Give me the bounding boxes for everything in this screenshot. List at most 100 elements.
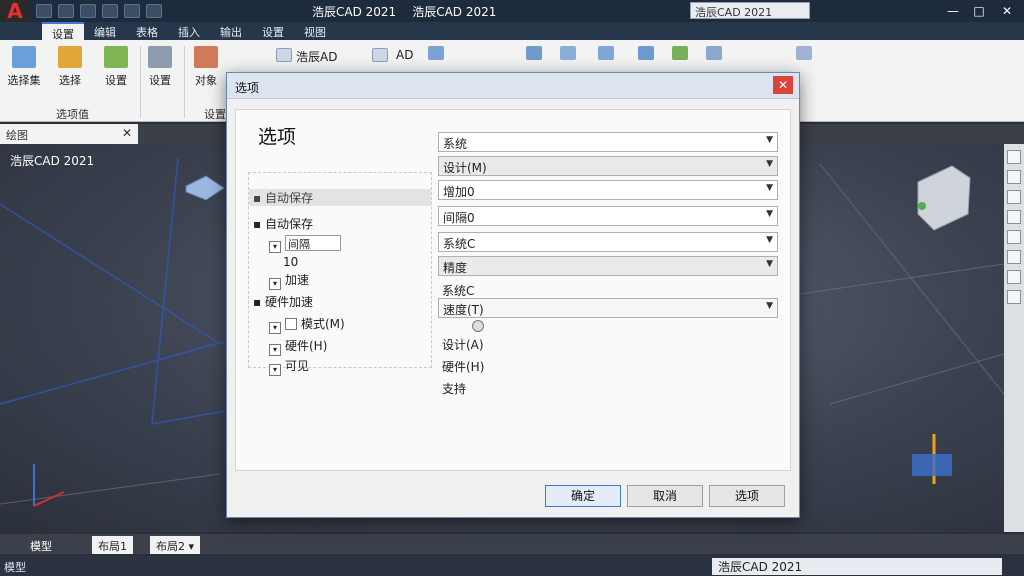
toolbar-icon[interactable] xyxy=(1007,250,1021,264)
tree-item-mode[interactable]: ▾ 模式(M) xyxy=(269,315,345,334)
checkbox[interactable]: ▾ xyxy=(269,322,281,334)
tree-section-autosave[interactable]: ▪ 自动保存 xyxy=(253,215,313,232)
tab-insert[interactable]: 插入 xyxy=(168,22,210,40)
filter-icon xyxy=(58,46,82,68)
ribbon-button-settings[interactable]: 设置 xyxy=(94,44,138,94)
tab-edit[interactable]: 编辑 xyxy=(84,22,126,40)
dialog-body: 选项 ▪ 自动保存 ▪ 自动保存 ▾ 间隔 10 ▾ 加速 ▪ 硬件加速 ▾ 模式(M… xyxy=(235,109,791,471)
search-input[interactable]: 浩辰CAD 2021 xyxy=(690,2,810,19)
checkbox[interactable]: ▾ xyxy=(269,344,281,356)
layout-tab-bar: 模型 布局1 布局2 ▾ xyxy=(0,534,1024,554)
tree-item-hardware[interactable]: ▾ 硬件(H) xyxy=(269,337,327,356)
insert-icon[interactable] xyxy=(526,46,542,60)
export-icon[interactable] xyxy=(638,46,654,60)
ribbon-text-item[interactable]: AD xyxy=(396,48,413,62)
wire-line xyxy=(0,203,221,345)
command-line[interactable]: 浩辰CAD 2021 xyxy=(712,558,1002,575)
toolbar-icon[interactable] xyxy=(1007,190,1021,204)
checkbox[interactable]: ▾ xyxy=(269,240,281,253)
layout-icon[interactable] xyxy=(706,46,722,60)
file-tab-label: 绘图 xyxy=(6,129,28,142)
toolbar-icon[interactable] xyxy=(1007,290,1021,304)
ribbon-button-select[interactable]: 选择集 xyxy=(2,44,46,94)
text-icon[interactable] xyxy=(276,48,292,62)
dialog-title: 选项 xyxy=(227,73,799,99)
grid-line xyxy=(799,263,1004,295)
file-tab[interactable]: 绘图 ✕ xyxy=(0,124,138,144)
redo-icon[interactable] xyxy=(124,4,140,18)
chevron-down-icon: ▼ xyxy=(766,209,773,219)
option-combo-5[interactable]: 系统C ▼ xyxy=(438,232,778,252)
wire-line xyxy=(0,339,231,405)
tree-item-autosave-header[interactable]: ▪ 自动保存 xyxy=(249,189,431,206)
tree-item-acceleration[interactable]: ▾ 加速 xyxy=(269,271,309,290)
options-tree: ▪ 自动保存 ▪ 自动保存 ▾ 间隔 10 ▾ 加速 ▪ 硬件加速 ▾ 模式(M) ▾… xyxy=(248,172,432,376)
tab-settings-2[interactable]: 设置 xyxy=(252,22,294,40)
toolbar-icon[interactable] xyxy=(1007,170,1021,184)
link-icon[interactable] xyxy=(560,46,576,60)
ribbon-button-settings-2[interactable]: 设置 xyxy=(138,44,182,94)
undo-icon[interactable] xyxy=(102,4,118,18)
viewcube-icon[interactable] xyxy=(917,165,971,231)
option-combo-2[interactable]: 设计(M) ▼ xyxy=(438,156,778,176)
save-icon[interactable] xyxy=(80,4,96,18)
checkbox[interactable]: ▾ xyxy=(269,278,281,290)
chevron-down-icon: ▼ xyxy=(766,159,773,169)
checkbox[interactable]: ▾ xyxy=(269,364,281,376)
view-icon[interactable] xyxy=(796,46,812,60)
tab-table[interactable]: 表格 xyxy=(126,22,168,40)
close-icon[interactable]: ✕ xyxy=(122,126,132,140)
toolbar-icon[interactable] xyxy=(1007,150,1021,164)
tree-item-interval-value: 10 xyxy=(283,255,299,269)
checkbox[interactable] xyxy=(285,318,297,330)
publish-icon[interactable] xyxy=(672,46,688,60)
speed-combo[interactable]: 速度(T) ▼ xyxy=(438,298,778,318)
ribbon-button-object[interactable]: 对象 xyxy=(184,44,228,94)
plot-icon[interactable] xyxy=(146,4,162,18)
tab-model[interactable]: 模型 xyxy=(24,536,58,554)
speed-slider[interactable] xyxy=(472,320,484,332)
tree-section-hardware[interactable]: ▪ 硬件加速 xyxy=(253,293,313,310)
chevron-down-icon: ▼ xyxy=(766,301,773,311)
maximize-button[interactable]: □ xyxy=(966,0,992,22)
ribbon-button-label: 设置 xyxy=(149,74,171,87)
ribbon-text-item[interactable]: 浩辰AD xyxy=(296,48,337,65)
doc-icon[interactable] xyxy=(372,48,388,62)
settings-icon xyxy=(104,46,128,68)
tab-settings[interactable]: 设置 xyxy=(42,22,84,41)
tab-layout2[interactable]: 布局2 ▾ xyxy=(150,536,201,554)
ok-button[interactable]: 确定 xyxy=(545,485,621,507)
tree-item-interval[interactable]: ▾ 间隔 xyxy=(269,235,341,253)
open-file-icon[interactable] xyxy=(58,4,74,18)
select-icon xyxy=(12,46,36,68)
toolbar-icon[interactable] xyxy=(1007,230,1021,244)
option-combo-6[interactable]: 精度 ▼ xyxy=(438,256,778,276)
new-file-icon[interactable] xyxy=(36,4,52,18)
grid-line xyxy=(819,163,1004,395)
option-combo-1[interactable]: 系统 ▼ xyxy=(438,132,778,152)
interval-select[interactable]: 间隔 xyxy=(285,235,341,251)
dialog-close-button[interactable]: ✕ xyxy=(773,76,793,94)
option-combo-4[interactable]: 间隔0 ▼ xyxy=(438,206,778,226)
close-window-button[interactable]: ✕ xyxy=(994,0,1020,22)
tab-output[interactable]: 输出 xyxy=(210,22,252,40)
tab-view[interactable]: 视图 xyxy=(294,22,336,40)
box-object[interactable] xyxy=(185,175,225,201)
app-title-secondary: 浩辰CAD 2021 xyxy=(412,4,497,19)
cancel-button[interactable]: 取消 xyxy=(627,485,703,507)
toolbar-icon[interactable] xyxy=(1007,270,1021,284)
tab-layout1[interactable]: 布局1 xyxy=(92,536,133,554)
table-icon[interactable] xyxy=(428,46,444,60)
option-label: 系统C xyxy=(442,284,475,298)
option-label: 硬件(H) xyxy=(442,360,485,374)
minimize-button[interactable]: — xyxy=(940,0,966,22)
attach-icon[interactable] xyxy=(598,46,614,60)
app-logo-icon[interactable]: A xyxy=(0,0,30,23)
tree-item-visible[interactable]: ▾ 可见 xyxy=(269,357,309,376)
chevron-down-icon: ▼ xyxy=(766,235,773,245)
option-combo-3[interactable]: 增加0 ▼ xyxy=(438,180,778,200)
chevron-down-icon: ▼ xyxy=(766,135,773,145)
toolbar-icon[interactable] xyxy=(1007,210,1021,224)
ribbon-button-filter[interactable]: 选择 xyxy=(48,44,92,94)
options-button[interactable]: 选项 xyxy=(709,485,785,507)
